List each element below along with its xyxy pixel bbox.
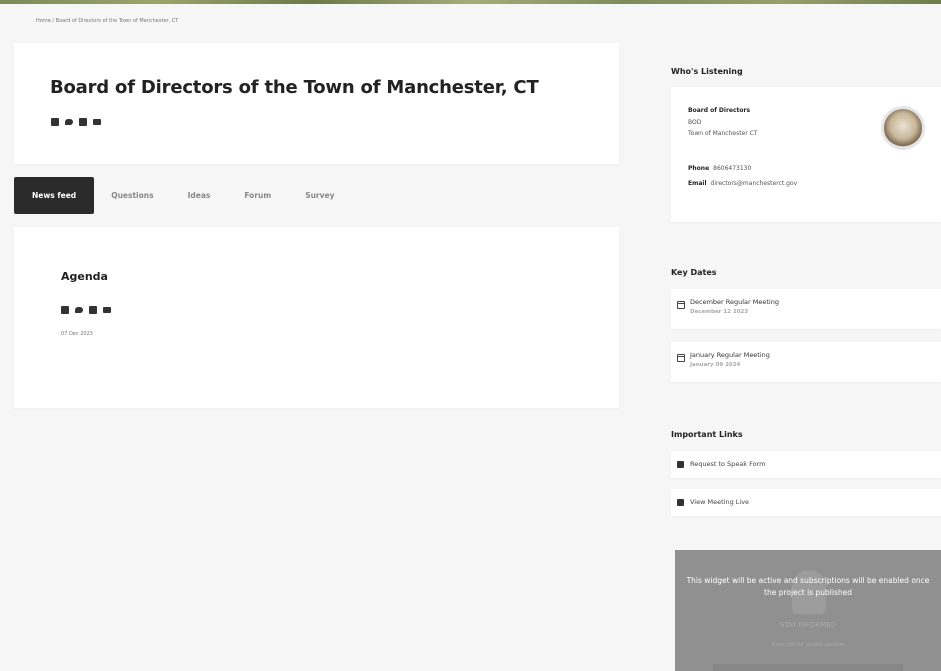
linkedin-icon[interactable] — [89, 306, 97, 314]
share-row — [51, 118, 101, 126]
twitter-icon[interactable] — [65, 118, 73, 126]
breadcrumb-current: Board of Directors of the Town of Manche… — [55, 18, 179, 24]
email-icon[interactable] — [103, 307, 111, 313]
calendar-icon — [677, 354, 685, 362]
breadcrumb: Home / Board of Directors of the Town of… — [36, 18, 178, 24]
hero-image-strip — [0, 0, 941, 4]
page-title: Board of Directors of the Town of Manche… — [50, 77, 539, 98]
key-date-item: December Regular Meeting December 12 202… — [671, 289, 941, 329]
key-date-date: December 12 2023 — [690, 309, 749, 315]
feed-share-row — [61, 306, 111, 314]
external-link-icon — [677, 461, 684, 468]
avatar — [881, 106, 925, 150]
key-date-item: January Regular Meeting January 09 2024 — [671, 342, 941, 382]
breadcrumb-separator: / — [52, 18, 55, 24]
key-date-date: January 09 2024 — [690, 362, 741, 368]
tab-forum[interactable]: Forum — [227, 177, 288, 214]
contact-name: Board of Directors — [688, 107, 751, 114]
contact-org: Town of Manchester CT — [688, 130, 758, 137]
calendar-icon — [677, 301, 685, 309]
facebook-icon[interactable] — [61, 306, 69, 314]
tab-survey[interactable]: Survey — [288, 177, 351, 214]
phone-value[interactable]: 8606473130 — [713, 165, 751, 172]
feed-item-date: 07 Dec 2023 — [61, 331, 93, 337]
tab-questions[interactable]: Questions — [94, 177, 170, 214]
key-date-title: December Regular Meeting — [690, 298, 779, 306]
link-label[interactable]: View Meeting Live — [690, 498, 749, 506]
subscribe-button — [713, 664, 903, 671]
whos-listening-heading: Who's Listening — [671, 67, 743, 76]
external-link-icon — [677, 499, 684, 506]
tab-news-feed[interactable]: News feed — [14, 177, 95, 214]
email-icon[interactable] — [93, 119, 101, 125]
feed-item-title[interactable]: Agenda — [61, 270, 108, 283]
phone-label: Phone — [688, 165, 710, 172]
tab-bar: News feed Questions Ideas Forum Survey — [14, 177, 352, 214]
link-label[interactable]: Request to Speak Form — [690, 460, 766, 468]
contact-phone: Phone 8606473130 — [688, 165, 751, 172]
email-value[interactable]: directors@manchesterct.gov — [711, 180, 798, 187]
subscribe-widget: This widget will be active and subscript… — [675, 550, 941, 671]
important-link-item[interactable]: View Meeting Live — [671, 489, 941, 516]
stay-informed-heading: STAY INFORMED — [779, 621, 837, 629]
breadcrumb-home[interactable]: Home — [36, 18, 51, 24]
key-date-title: January Regular Meeting — [690, 351, 770, 359]
project-header-card: Board of Directors of the Town of Manche… — [14, 43, 619, 164]
contact-abbrev: BOD — [688, 119, 702, 126]
twitter-icon[interactable] — [75, 306, 83, 314]
news-feed-item[interactable]: Agenda 07 Dec 2023 — [14, 227, 619, 408]
whos-listening-card: Board of Directors BOD Town of Mancheste… — [671, 87, 941, 222]
contact-email: Email directors@manchesterct.gov — [688, 180, 797, 187]
key-dates-heading: Key Dates — [671, 268, 717, 277]
subscribe-subtitle: Subscribe for project updates — [771, 642, 845, 648]
important-links-heading: Important Links — [671, 430, 743, 439]
important-link-item[interactable]: Request to Speak Form — [671, 451, 941, 478]
facebook-icon[interactable] — [51, 118, 59, 126]
tab-ideas[interactable]: Ideas — [171, 177, 228, 214]
email-label: Email — [688, 180, 707, 187]
linkedin-icon[interactable] — [79, 118, 87, 126]
widget-inactive-message: This widget will be active and subscript… — [686, 576, 930, 597]
